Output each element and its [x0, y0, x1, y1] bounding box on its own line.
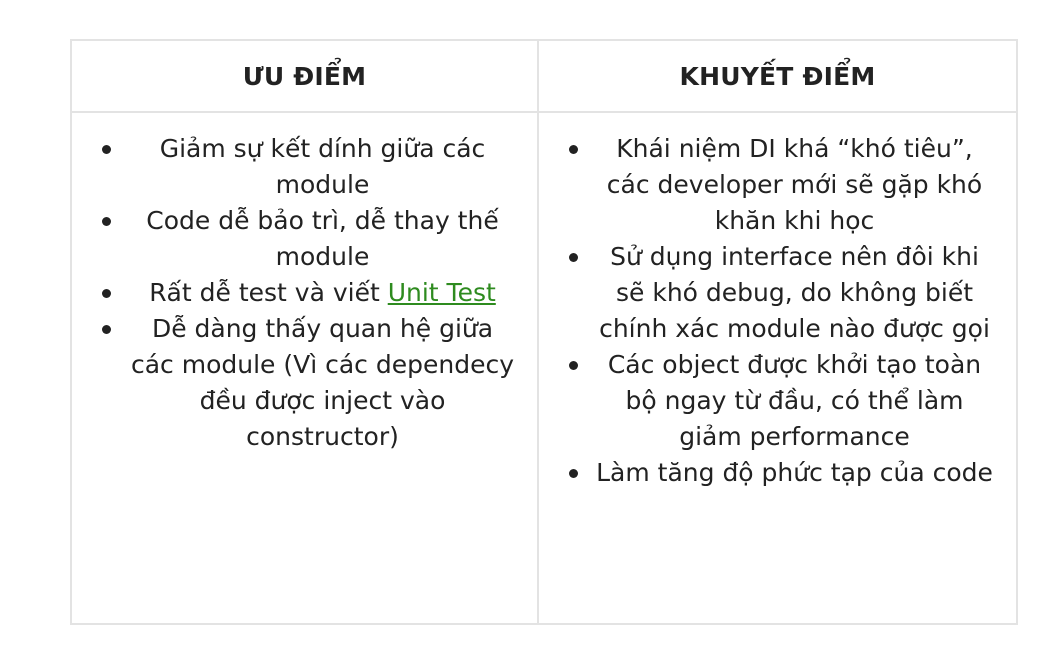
cons-item-text: Các object được khởi tạo toàn bộ ngay từ…	[607, 350, 982, 451]
pros-header: ƯU ĐIỂM	[72, 41, 539, 111]
pros-item-text: Rất dễ test và viết	[149, 278, 388, 307]
pros-cons-table: ƯU ĐIỂM KHUYẾT ĐIỂM Giảm sự kết dính giữ…	[70, 39, 1018, 625]
table-body-row: Giảm sự kết dính giữa các module Code dễ…	[72, 113, 1016, 623]
cons-list: Khái niệm DI khá “khó tiêu”, các develop…	[539, 131, 1016, 491]
bullet-icon	[102, 325, 111, 334]
cons-item-text: Làm tăng độ phức tạp của code	[596, 458, 993, 487]
cons-header: KHUYẾT ĐIỂM	[679, 61, 876, 91]
cons-cell: Khái niệm DI khá “khó tiêu”, các develop…	[539, 113, 1016, 623]
list-item: Code dễ bảo trì, dễ thay thế module	[72, 203, 537, 275]
bullet-icon	[569, 253, 578, 262]
pros-item-text: Code dễ bảo trì, dễ thay thế module	[146, 206, 499, 271]
bullet-icon	[102, 217, 111, 226]
list-item: Dễ dàng thấy quan hệ giữa các module (Vì…	[72, 311, 537, 455]
cons-item-text: Sử dụng interface nên đôi khi sẽ khó deb…	[599, 242, 990, 343]
pros-item-text: Dễ dàng thấy quan hệ giữa các module (Vì…	[130, 314, 515, 451]
bullet-icon	[569, 469, 578, 478]
list-item: Các object được khởi tạo toàn bộ ngay từ…	[539, 347, 1016, 455]
cons-item-text: Khái niệm DI khá “khó tiêu”, các develop…	[606, 134, 983, 235]
pros-cell: Giảm sự kết dính giữa các module Code dễ…	[72, 113, 539, 623]
bullet-icon	[569, 145, 578, 154]
list-item: Giảm sự kết dính giữa các module	[72, 131, 537, 203]
unit-test-link[interactable]: Unit Test	[388, 278, 496, 307]
list-item: Làm tăng độ phức tạp của code	[539, 455, 1016, 491]
bullet-icon	[102, 289, 111, 298]
bullet-icon	[102, 145, 111, 154]
pros-list: Giảm sự kết dính giữa các module Code dễ…	[72, 131, 537, 455]
bullet-icon	[569, 361, 578, 370]
pros-item-text: Giảm sự kết dính giữa các module	[159, 134, 486, 199]
list-item: Rất dễ test và viết Unit Test	[72, 275, 537, 311]
list-item: Khái niệm DI khá “khó tiêu”, các develop…	[539, 131, 1016, 239]
list-item: Sử dụng interface nên đôi khi sẽ khó deb…	[539, 239, 1016, 347]
table-header-row: ƯU ĐIỂM KHUYẾT ĐIỂM	[72, 41, 1016, 113]
